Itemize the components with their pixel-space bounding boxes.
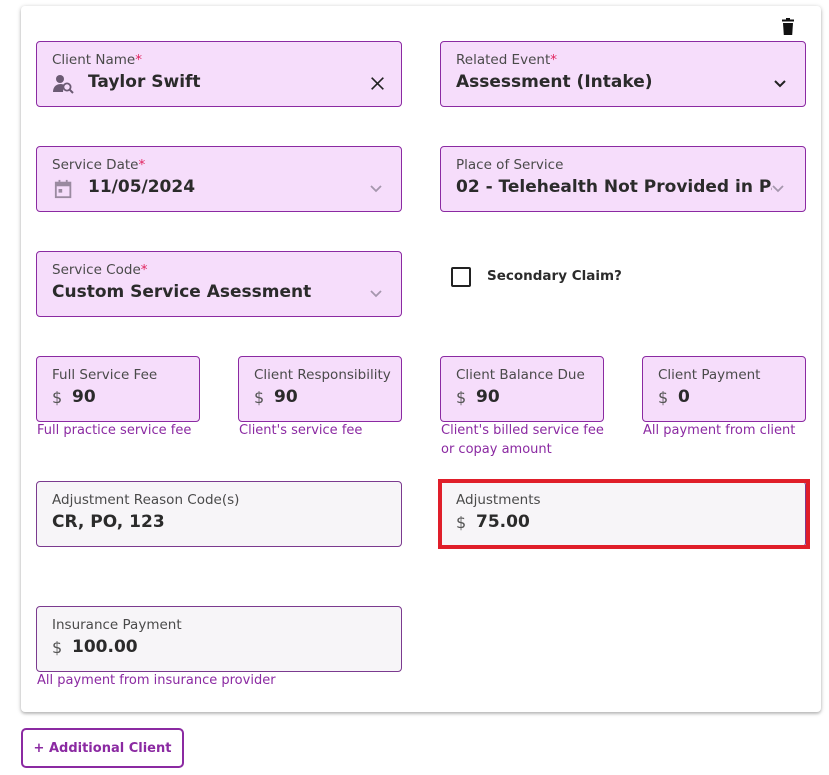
- chevron-down-icon[interactable]: [771, 74, 789, 92]
- full-service-fee-label: Full Service Fee: [52, 367, 158, 383]
- service-date-value: 11/05/2024: [88, 177, 196, 197]
- close-icon[interactable]: [370, 76, 385, 91]
- client-balance-due-helper: Client's billed service fee or copay amo…: [441, 421, 604, 459]
- service-code-label: Service Code*: [52, 262, 148, 278]
- service-date-field[interactable]: Service Date* 11/05/2024: [36, 146, 402, 212]
- insurance-payment-helper: All payment from insurance provider: [37, 673, 276, 688]
- additional-client-button[interactable]: + Additional Client: [21, 728, 184, 768]
- client-responsibility-label: Client Responsibility: [254, 367, 391, 383]
- chevron-down-icon[interactable]: [769, 179, 787, 197]
- adjustment-reason-codes-field[interactable]: Adjustment Reason Code(s) CR, PO, 123: [36, 481, 402, 547]
- client-responsibility-value: 90: [274, 387, 298, 407]
- client-balance-due-label: Client Balance Due: [456, 367, 585, 383]
- client-balance-due-field[interactable]: Client Balance Due $ 90: [440, 356, 604, 422]
- chevron-down-icon[interactable]: [367, 284, 385, 302]
- place-of-service-label: Place of Service: [456, 157, 564, 173]
- full-service-fee-helper: Full practice service fee: [37, 423, 192, 438]
- service-code-value: Custom Service Asessment: [52, 282, 312, 302]
- calendar-icon[interactable]: [54, 179, 74, 199]
- adjustments-label: Adjustments: [456, 492, 541, 508]
- currency-symbol: $: [658, 388, 669, 407]
- service-code-select[interactable]: Service Code* Custom Service Asessment: [36, 251, 402, 317]
- trash-icon[interactable]: [780, 18, 796, 36]
- currency-symbol: $: [52, 388, 63, 407]
- client-name-label: Client Name*: [52, 52, 142, 68]
- place-of-service-select[interactable]: Place of Service 02 - Telehealth Not Pro…: [440, 146, 806, 212]
- currency-symbol: $: [456, 513, 467, 532]
- adjustment-reason-codes-value: CR, PO, 123: [52, 512, 165, 532]
- place-of-service-value: 02 - Telehealth Not Provided in Patient'…: [456, 177, 772, 197]
- currency-symbol: $: [456, 388, 467, 407]
- client-payment-field[interactable]: Client Payment $ 0: [642, 356, 806, 422]
- insurance-payment-value: 100.00: [72, 637, 138, 657]
- currency-symbol: $: [52, 638, 63, 657]
- client-payment-label: Client Payment: [658, 367, 761, 383]
- related-event-value: Assessment (Intake): [456, 72, 653, 92]
- adjustments-field[interactable]: Adjustments $ 75.00: [440, 481, 806, 547]
- related-event-select[interactable]: Related Event* Assessment (Intake): [440, 41, 806, 107]
- client-payment-helper: All payment from client: [643, 423, 796, 438]
- insurance-payment-field[interactable]: Insurance Payment $ 100.00: [36, 606, 402, 672]
- secondary-claim-label: Secondary Claim?: [487, 268, 622, 284]
- user-search-icon: [53, 75, 74, 94]
- related-event-label: Related Event*: [456, 52, 557, 68]
- secondary-claim-checkbox[interactable]: [451, 267, 471, 287]
- helper-line: or copay amount: [441, 442, 552, 457]
- insurance-payment-label: Insurance Payment: [52, 617, 182, 633]
- full-service-fee-field[interactable]: Full Service Fee $ 90: [36, 356, 200, 422]
- client-name-field[interactable]: Client Name* Taylor Swift: [36, 41, 402, 107]
- client-name-value: Taylor Swift: [88, 72, 201, 92]
- client-responsibility-helper: Client's service fee: [239, 423, 363, 438]
- full-service-fee-value: 90: [72, 387, 96, 407]
- currency-symbol: $: [254, 388, 265, 407]
- helper-line: Client's billed service fee: [441, 423, 604, 438]
- client-responsibility-field[interactable]: Client Responsibility $ 90: [238, 356, 402, 422]
- adjustments-value: 75.00: [476, 512, 530, 532]
- chevron-down-icon[interactable]: [367, 179, 385, 197]
- service-date-label: Service Date*: [52, 157, 146, 173]
- client-payment-value: 0: [678, 387, 690, 407]
- adjustment-reason-codes-label: Adjustment Reason Code(s): [52, 492, 240, 508]
- client-balance-due-value: 90: [476, 387, 500, 407]
